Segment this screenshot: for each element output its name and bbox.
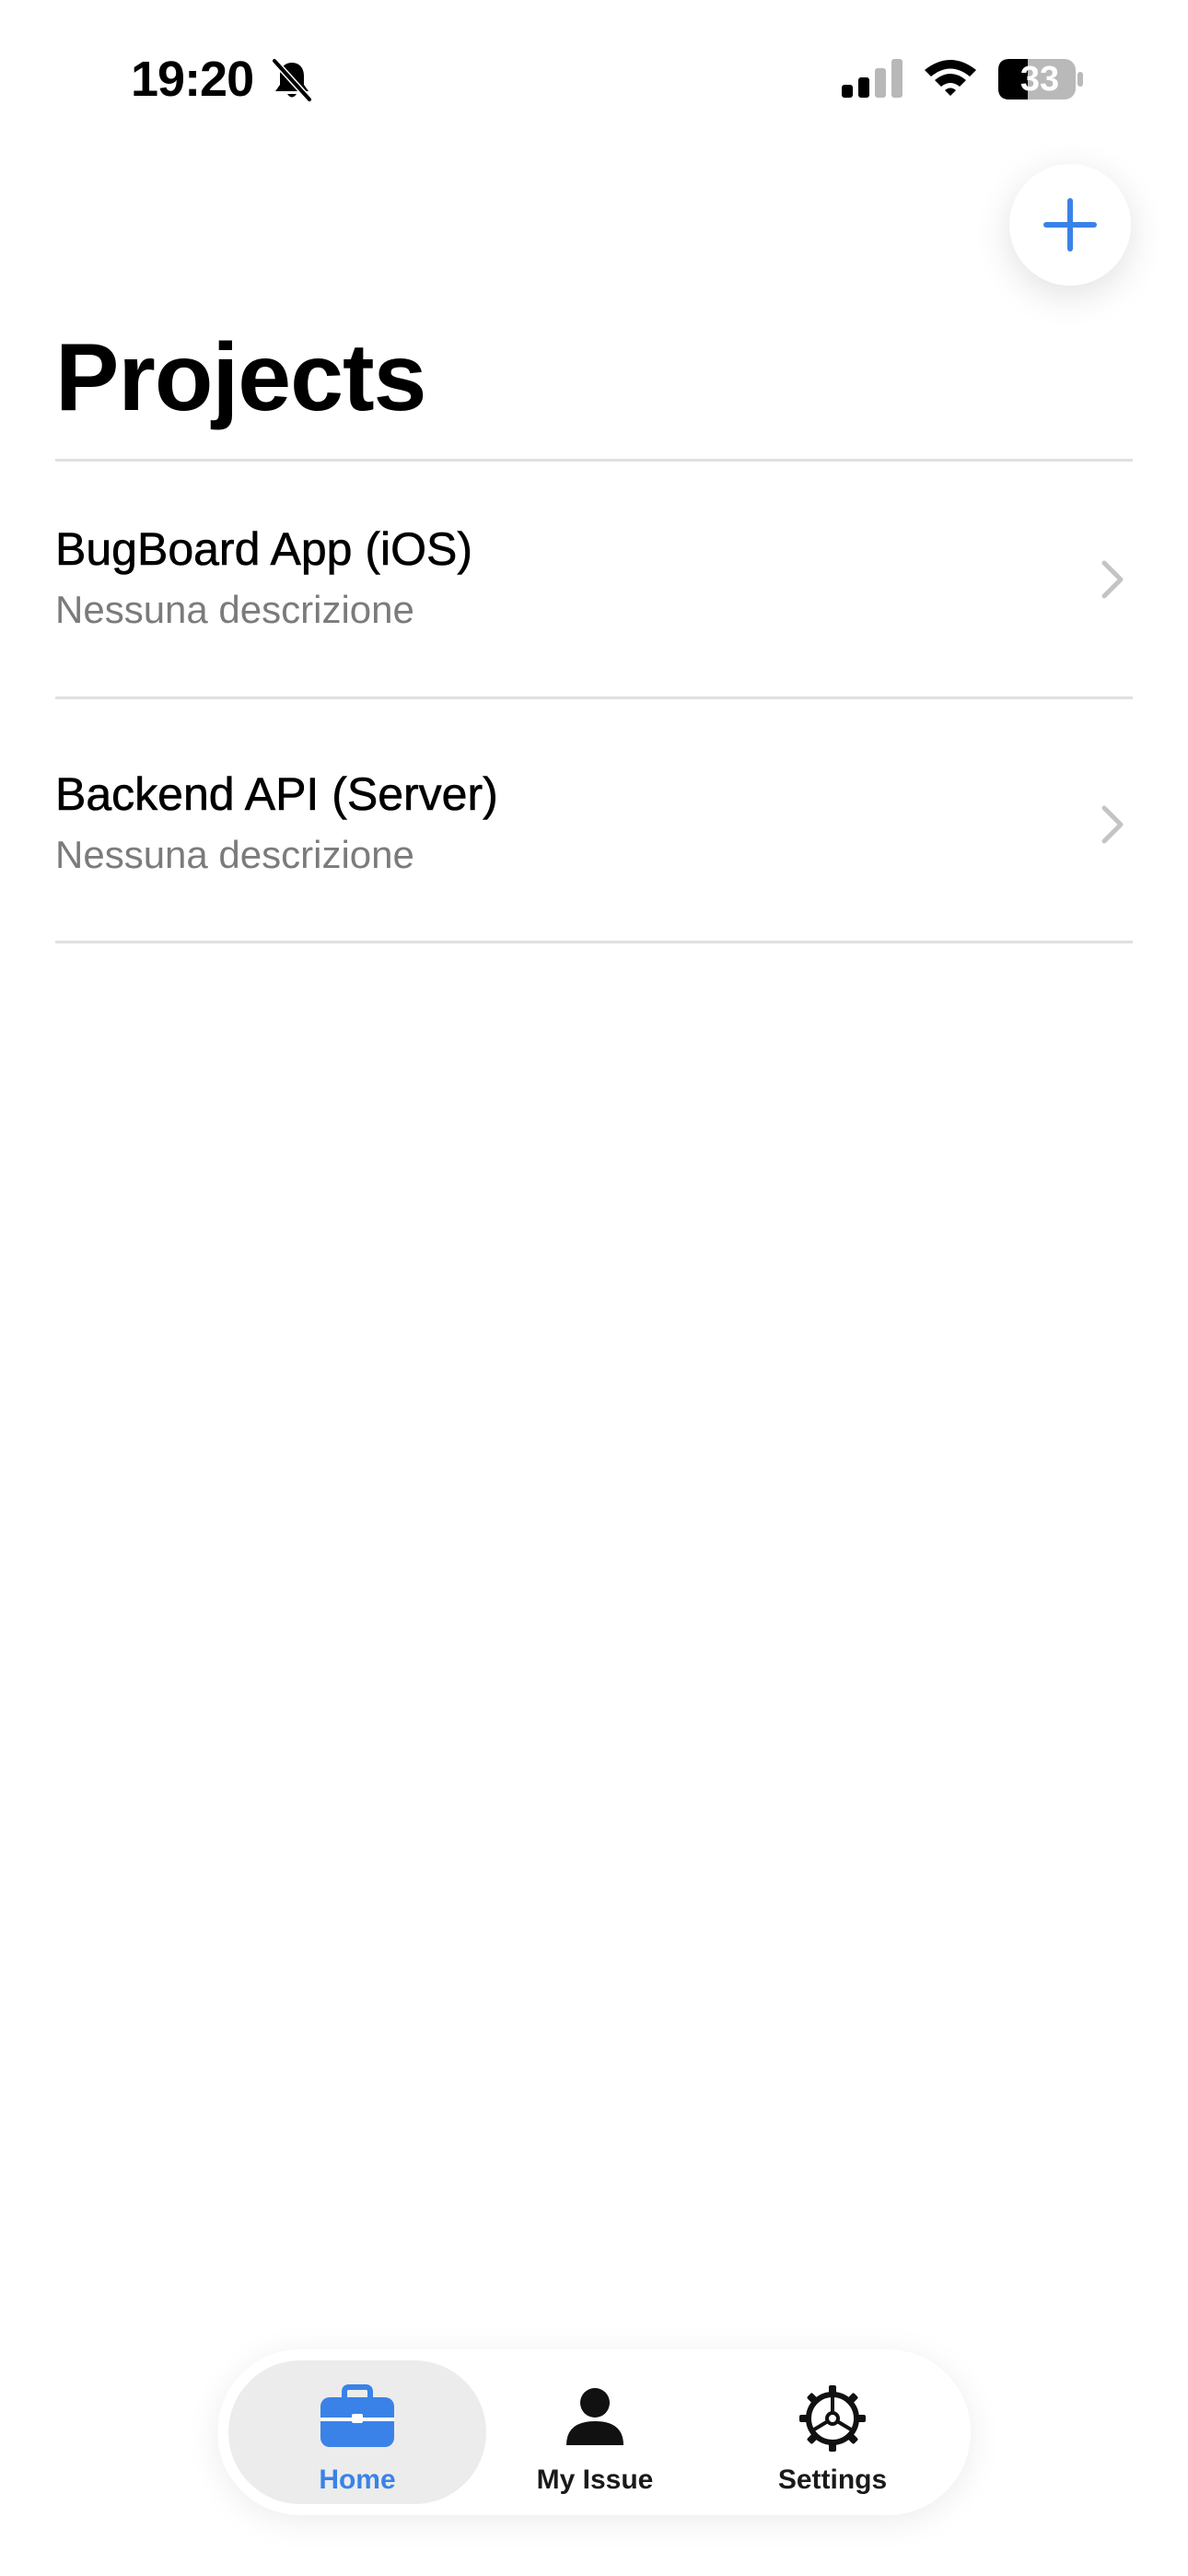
wifi-icon <box>925 60 976 96</box>
cellular-signal-icon <box>842 59 903 98</box>
tab-label: My Issue <box>536 2465 654 2495</box>
gear-icon <box>799 2385 866 2452</box>
tab-label: Settings <box>777 2465 888 2495</box>
tab-bar: Home My Issue Settings <box>217 2349 971 2515</box>
tab-label: Home <box>319 2465 396 2495</box>
bell-slash-icon <box>272 58 312 102</box>
divider <box>55 941 1133 943</box>
person-icon <box>566 2388 623 2445</box>
page-title: Projects <box>55 324 426 431</box>
battery-level: 33 <box>1019 60 1060 99</box>
add-project-button[interactable] <box>1009 164 1131 286</box>
tab-settings[interactable]: Settings <box>704 2360 961 2504</box>
chevron-right-icon <box>1101 560 1124 599</box>
projects-screen: 19:20 33 Projects BugBoard App (iOS) Nes… <box>0 0 1188 2576</box>
chevron-right-icon <box>1101 805 1124 844</box>
project-row[interactable]: BugBoard App (iOS) Nessuna descrizione <box>0 461 1188 702</box>
divider <box>55 697 1133 699</box>
briefcase-icon <box>320 2384 394 2447</box>
project-name: BugBoard App (iOS) <box>55 523 473 576</box>
status-time: 19:20 <box>131 52 254 107</box>
project-description: Nessuna descrizione <box>55 588 414 631</box>
project-description: Nessuna descrizione <box>55 833 414 876</box>
plus-icon <box>1043 198 1097 252</box>
tab-my-issue[interactable]: My Issue <box>466 2360 724 2504</box>
tab-home[interactable]: Home <box>228 2360 486 2504</box>
project-name: Backend API (Server) <box>55 768 498 821</box>
project-row[interactable]: Backend API (Server) Nessuna descrizione <box>0 706 1188 947</box>
